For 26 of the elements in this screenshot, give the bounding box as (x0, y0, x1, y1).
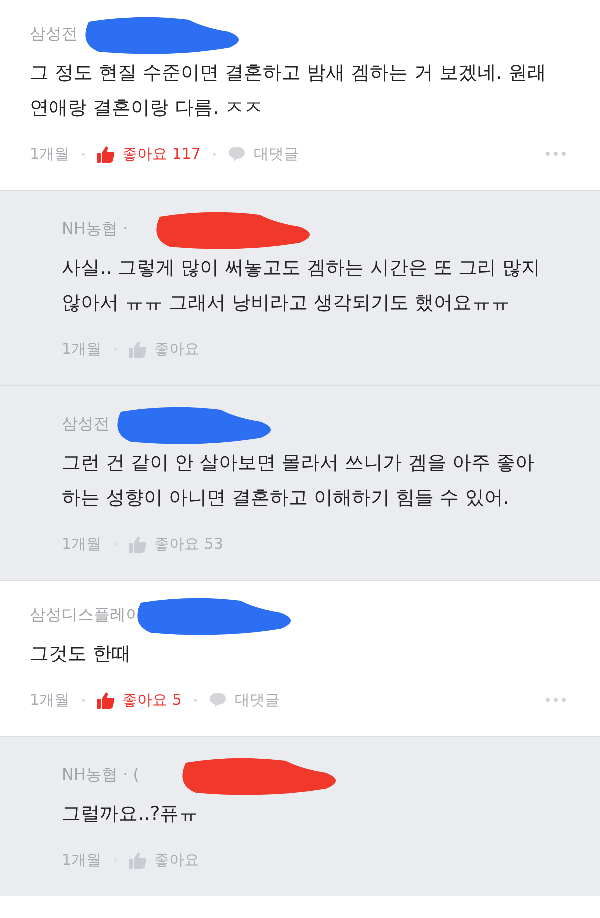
timestamp: 1개월 (30, 144, 70, 165)
timestamp: 1개월 (62, 338, 102, 360)
author-name: 삼성전 (62, 414, 110, 433)
like-button[interactable]: 좋아요 (128, 848, 200, 872)
comment-text: 그 정도 현질 수준이면 결혼하고 밤새 겜하는 거 보겠네. 원래 (30, 61, 548, 86)
reply-button[interactable]: 대댓글 (228, 142, 299, 166)
comment-text: 그것도 한때 (30, 642, 132, 667)
speech-bubble-icon (208, 692, 227, 708)
timestamp: 1개월 (62, 534, 102, 555)
like-button[interactable]: 좋아요 5 (96, 688, 182, 712)
author-name: NH농협 · (62, 219, 128, 238)
comment-text: 연애랑 결혼이랑 다름. ㅈㅈ (30, 96, 264, 121)
timestamp: 1개월 (62, 850, 102, 871)
author-name: NH농협 · ( (62, 765, 140, 784)
comment-text: 않아서 ㅠㅠ 그래서 낭비라고 생각되기도 했어요ㅠㅠ (62, 291, 512, 316)
like-button[interactable]: 좋아요 53 (128, 532, 224, 556)
reply-button[interactable]: 대댓글 (208, 688, 280, 712)
comment-text: 그럴까요..?퓨ㅠ (62, 802, 200, 827)
like-button[interactable]: 좋아요 (128, 338, 200, 360)
timestamp: 1개월 (30, 690, 70, 711)
author-name: 삼성전 (30, 24, 78, 43)
speech-bubble-icon (228, 146, 246, 162)
comment-text: 그런 건 같이 안 살아보면 몰라서 쓰니가 겜을 아주 좋아 (62, 451, 536, 476)
comment-text: 하는 성향이 아니면 결혼하고 이해하기 힘들 수 있어. (62, 486, 510, 511)
comment-text: 사실.. 그렇게 많이 써놓고도 겜하는 시간은 또 그리 많지 (62, 256, 542, 281)
like-button[interactable]: 좋아요 117 (96, 142, 201, 166)
